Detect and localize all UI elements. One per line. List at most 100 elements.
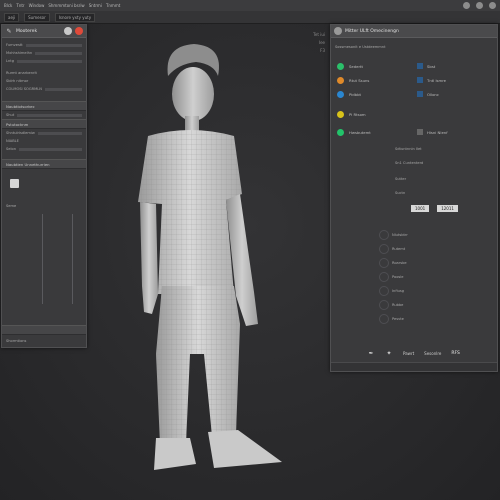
right-panel-header: Mitter ULft Omecinengn (331, 25, 497, 38)
attribute-row[interactable]: Ollonc (417, 91, 439, 97)
pen-icon[interactable]: ✒ (367, 349, 375, 357)
slot-icon (379, 230, 389, 240)
green-swatch-icon (337, 129, 344, 136)
attribute-label: Hisni Nlenf (427, 129, 448, 135)
menu-item[interactable]: Sntrmi (89, 3, 102, 8)
row-label: Shormtions (6, 339, 27, 343)
sculpt-model (138, 44, 282, 470)
star-icon[interactable]: ✦ (385, 349, 393, 357)
section-header[interactable]: Naubtiotsorkec (2, 101, 86, 111)
workspace-field[interactable]: aeji (4, 12, 20, 22)
attribute-row[interactable]: Pi Rtsom (337, 111, 366, 118)
right-panel-title: Mitter ULft Omecinengn (345, 28, 399, 34)
panel-row[interactable]: Rubbe (375, 300, 412, 310)
attribute-row[interactable]: Rtut Ssuns (337, 77, 369, 84)
panel-row[interactable]: Sossmesonit e Ustdeemmnt (331, 43, 497, 51)
attribute-row[interactable]: Pidbbt (337, 91, 361, 98)
yellow-swatch-icon (337, 111, 344, 118)
panel-row[interactable]: Fumvestt (2, 41, 86, 49)
viewport-tag: Tet iui (313, 32, 325, 37)
value-field[interactable]: 12011 (437, 205, 458, 212)
panel-row[interactable]: COLMOSI SOGRMLN (2, 85, 86, 93)
row-label: Lntg (6, 59, 14, 63)
attribute-row[interactable]: Hisni Nlenf (417, 129, 448, 135)
section-header[interactable]: Naubtien Unnethurrien (2, 159, 86, 169)
row-label: Rutemt (392, 247, 406, 251)
maximize-icon[interactable] (476, 2, 483, 9)
slot-icon (379, 244, 389, 254)
panel-row[interactable]: Shut (2, 111, 86, 119)
panel-row[interactable]: Rurmt anarbenrit (2, 69, 86, 77)
value-fields: 1001 12011 (411, 205, 458, 212)
panel-row[interactable]: Sblrh nitmor (2, 77, 86, 85)
panel-row[interactable]: NIABLE (2, 137, 86, 145)
grid-icon[interactable] (10, 179, 19, 188)
panel-row[interactable]: Seme (2, 202, 86, 210)
record-icon[interactable] (75, 27, 83, 35)
row-label: Poosle (392, 275, 404, 279)
panel-row[interactable]: Poosle (375, 272, 412, 282)
row-label: Shut (6, 113, 15, 117)
panel-row[interactable]: Shntulrisdlemiw (2, 129, 86, 137)
row-label: Pesvte (392, 317, 404, 321)
curve-area[interactable] (6, 210, 82, 310)
attribute-row[interactable]: Tntl lsmre (417, 77, 446, 83)
panel-row[interactable]: Sutter (391, 175, 410, 183)
panel-row[interactable]: Roarsbe (375, 258, 412, 268)
viewport-tag: Iee (318, 40, 325, 45)
row-label: Seme (6, 204, 17, 208)
menu-item[interactable]: Shmmmtoni bsriw (48, 3, 84, 8)
right-attribute-panel: Mitter ULft Omecinengn Sossmesonit e Ust… (330, 24, 498, 372)
section-header[interactable]: Pstutocknm (2, 119, 86, 129)
app-window: Blck Tntr Window Shmmmtoni bsriw Sntrmi … (0, 0, 500, 500)
row-label: Nlutsbtrr (392, 233, 408, 237)
slot-icon (379, 300, 389, 310)
panel-row[interactable]: Sn1 Cuntenterd (391, 159, 427, 167)
panel-icon (334, 27, 342, 35)
panel-row[interactable]: Nlutsbtrr (375, 230, 412, 240)
panel-row[interactable]: Suctn (391, 189, 409, 197)
row-label: Suctn (395, 191, 406, 195)
attribute-label: Ollonc (427, 91, 439, 97)
settings-icon[interactable] (64, 27, 72, 35)
panel-row[interactable]: Pesvte (375, 314, 412, 324)
color-chip-icon (417, 91, 423, 97)
attribute-label: Sbst (427, 63, 436, 69)
attribute-label: Sedertt (349, 64, 364, 69)
attribute-label: Pi Rtsom (349, 112, 366, 117)
row-label: Sdtuntnnin Ilet (395, 147, 422, 151)
row-label: Fumvestt (6, 43, 23, 47)
attribute-row[interactable]: Sedertt (337, 63, 363, 70)
minimize-icon[interactable] (463, 2, 470, 9)
brush-icon[interactable]: ✎ (5, 27, 13, 35)
left-panel-title: Mooterek (16, 28, 38, 34)
row-label: Shntulrisdlemiw (6, 131, 35, 135)
slot-icon (379, 258, 389, 268)
value-field[interactable]: 1001 (411, 205, 430, 212)
color-chip-icon (417, 77, 423, 83)
menu-item[interactable]: Blck (4, 3, 12, 8)
close-icon[interactable] (489, 2, 496, 9)
mode-field[interactable]: Sumesor (24, 12, 50, 22)
footer-label: Sesonlre (424, 350, 442, 356)
attribute-row[interactable]: Sbst (417, 63, 435, 69)
panel-row[interactable]: Rutemt (375, 244, 412, 254)
section-header (2, 325, 86, 335)
row-label: Mxhhshimelhn (6, 51, 33, 55)
menu-item[interactable]: Tnmmt (106, 3, 120, 8)
row-label: NIABLE (6, 139, 19, 143)
footer-label: Pawrt (403, 350, 415, 356)
row-label: Roarsbe (392, 261, 407, 265)
menu-item[interactable]: Tntr (16, 3, 24, 8)
search-field[interactable]: Isnore yxty yuty (54, 12, 96, 22)
panel-row[interactable]: Mxhhshimelhn (2, 49, 86, 57)
panel-row[interactable]: Selon (2, 145, 86, 153)
panel-row[interactable]: Sdtuntnnin Ilet (391, 145, 426, 153)
3d-viewport[interactable]: Tet iui Iee F3 (86, 24, 329, 500)
panel-row[interactable]: Infiusg (375, 286, 412, 296)
panel-row[interactable]: Shormtions (2, 337, 86, 345)
attribute-row[interactable]: Hwsbutemt (337, 129, 371, 136)
row-label: Rubbe (392, 303, 404, 307)
panel-row[interactable]: Lntg (2, 57, 86, 65)
menu-item[interactable]: Window (29, 3, 45, 8)
